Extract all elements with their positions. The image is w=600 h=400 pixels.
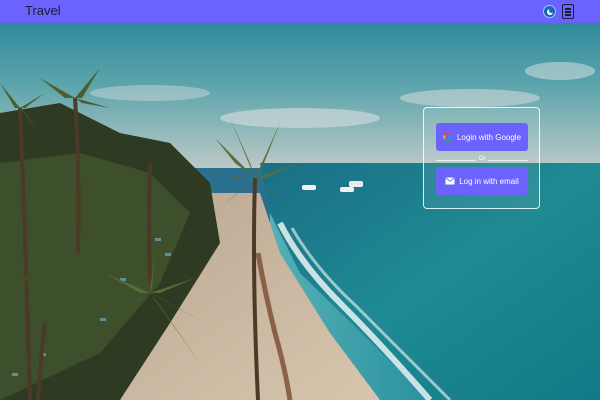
- or-divider: Or: [436, 156, 528, 166]
- login-with-google-button[interactable]: Login with Google: [436, 123, 528, 151]
- email-button-label: Log in with email: [459, 176, 519, 186]
- hero-background-image: [0, 23, 600, 400]
- brand-title[interactable]: Travel: [25, 3, 61, 18]
- mail-icon: [445, 177, 455, 185]
- divider-text: Or: [479, 156, 486, 162]
- google-button-label: Login with Google: [456, 132, 522, 142]
- login-with-email-button[interactable]: Log in with email: [436, 167, 528, 195]
- menu-button[interactable]: [562, 4, 574, 19]
- theme-toggle-button[interactable]: [543, 5, 556, 18]
- beach-scene-illustration: [0, 23, 600, 400]
- hamburger-icon: [565, 8, 571, 10]
- google-icon: [443, 132, 453, 142]
- top-navbar: Travel: [0, 0, 600, 23]
- login-card: Login with Google Or Log in with email: [423, 107, 540, 209]
